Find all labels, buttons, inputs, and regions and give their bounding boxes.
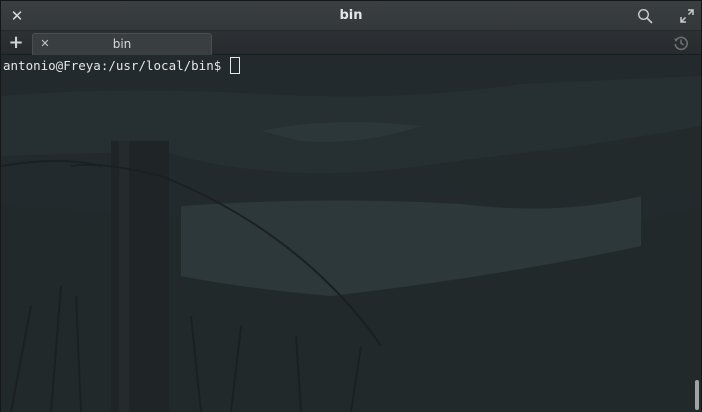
terminal-prompt-line: antonio@Freya:/usr/local/bin$ xyxy=(3,57,240,75)
maximize-icon[interactable] xyxy=(679,8,695,24)
tab-bin[interactable]: ✕ bin xyxy=(32,33,212,55)
scrollbar-thumb[interactable] xyxy=(695,380,699,410)
plus-icon[interactable]: + xyxy=(7,33,25,53)
tab-label: bin xyxy=(112,37,132,51)
terminal-area[interactable]: antonio@Freya:/usr/local/bin$ xyxy=(1,56,701,412)
text-cursor xyxy=(229,57,240,74)
search-icon[interactable] xyxy=(637,8,653,24)
window-title: bin xyxy=(339,8,363,23)
titlebar: ✕ bin xyxy=(1,1,701,31)
prompt-text: antonio@Freya:/usr/local/bin$ xyxy=(3,58,229,73)
tab-bar: + ✕ bin xyxy=(1,31,701,55)
history-icon[interactable] xyxy=(673,35,689,51)
scrollbar[interactable] xyxy=(695,56,699,412)
background-image xyxy=(1,56,701,412)
terminal-window: ✕ bin + ✕ bin antonio@Freya:/usr/local/b… xyxy=(0,0,702,412)
